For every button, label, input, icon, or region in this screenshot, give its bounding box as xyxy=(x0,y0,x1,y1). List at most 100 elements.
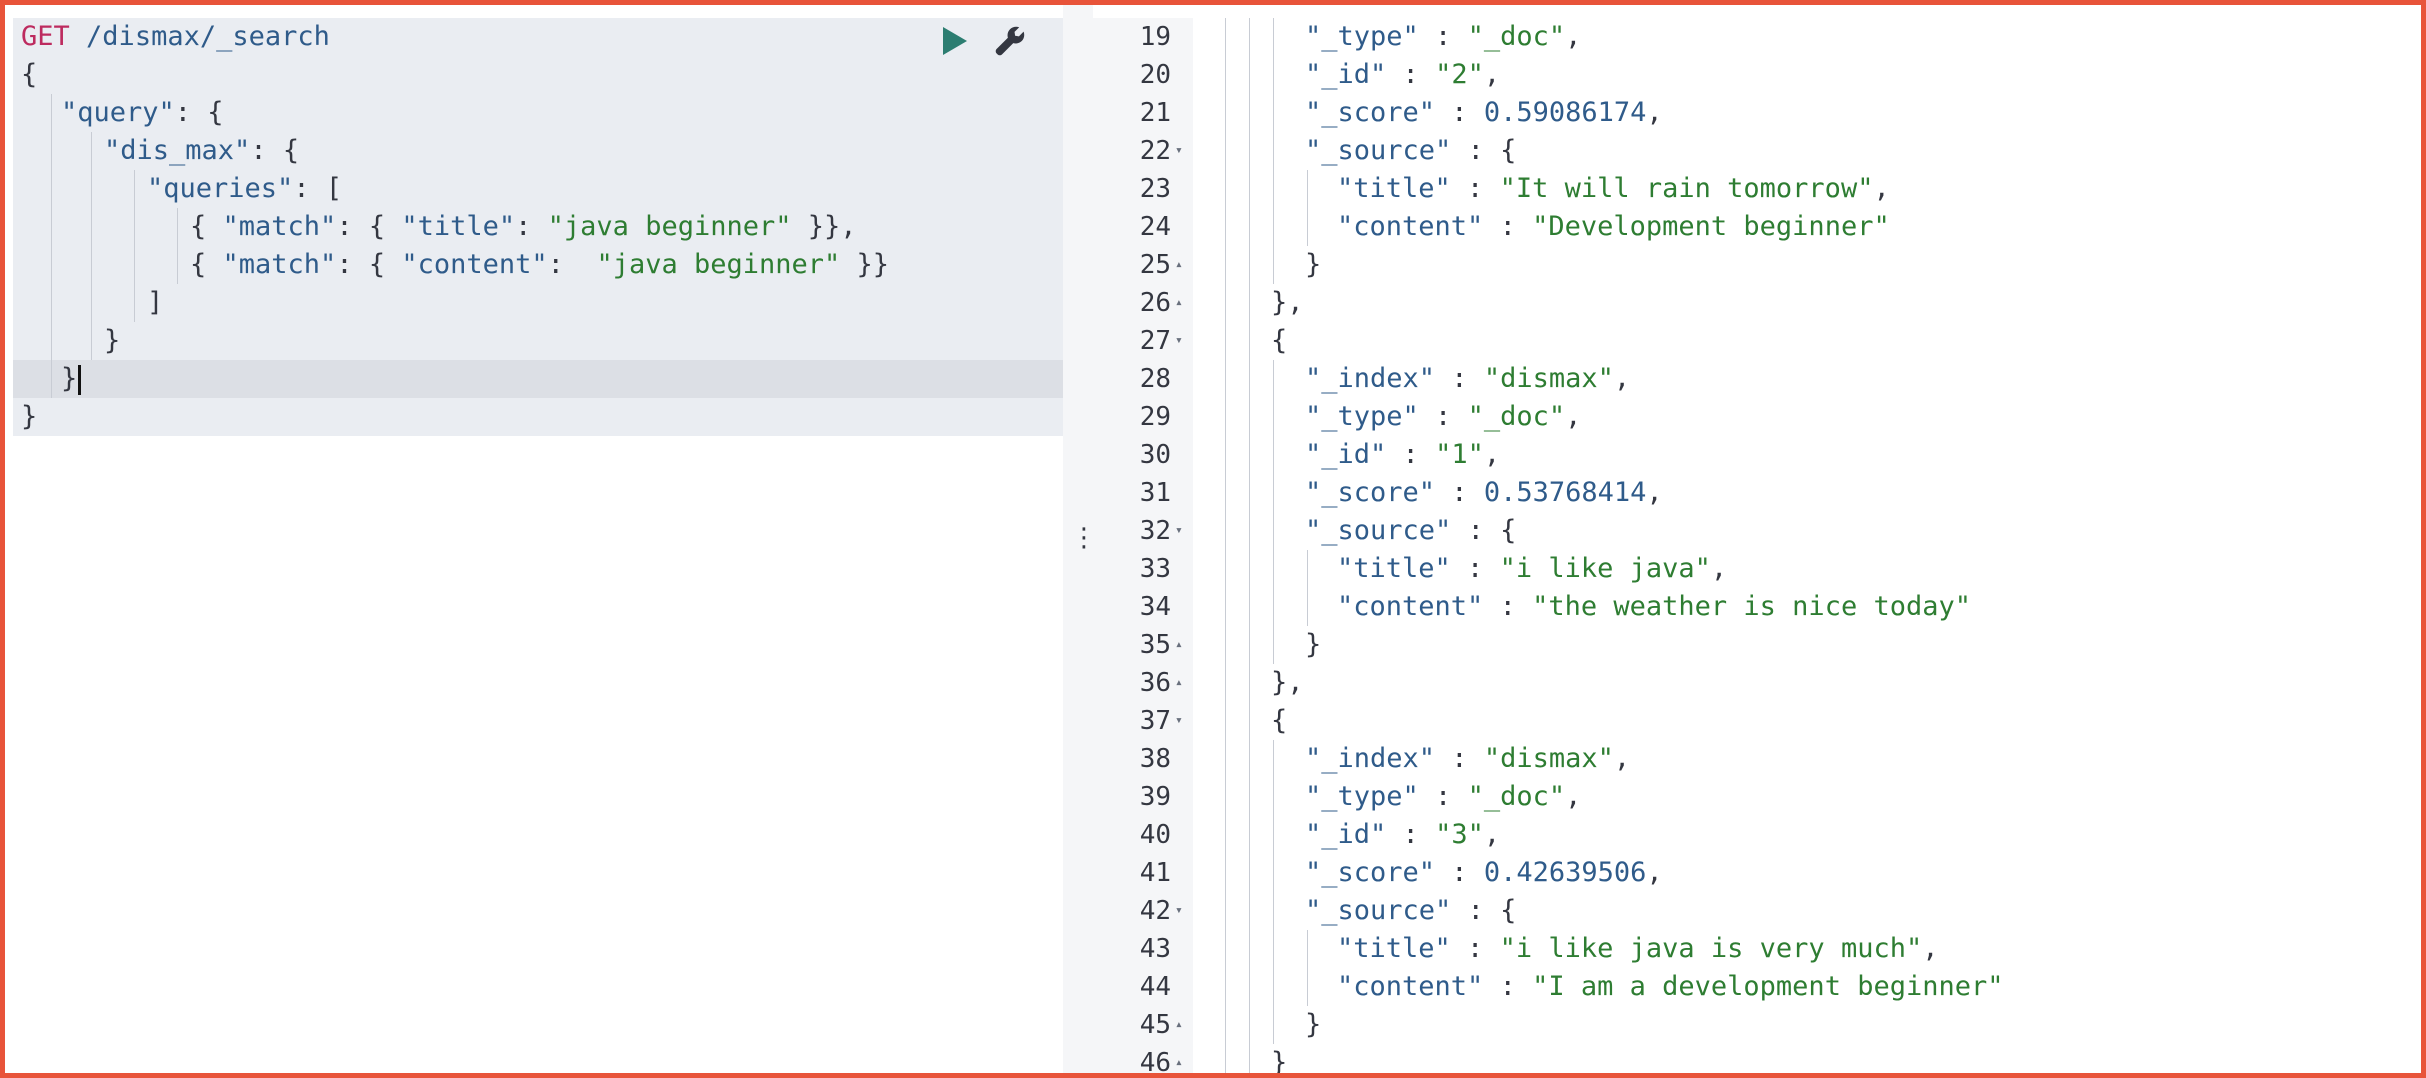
wrench-icon[interactable] xyxy=(993,24,1027,58)
request-line[interactable]: { "match": { "title": "java beginner" }}… xyxy=(13,208,1063,246)
indent-guide xyxy=(1247,930,1271,968)
response-code: 19 "_type" : "_doc", 20 "_id" : "2", 21 "_sco… xyxy=(1093,18,2421,1073)
request-line[interactable]: "dis_max": { xyxy=(13,132,1063,170)
request-line[interactable]: { xyxy=(13,56,1063,94)
response-viewer[interactable]: 19 "_type" : "_doc", 20 "_id" : "2", 21 "_sco… xyxy=(1093,18,2421,1073)
line-number: 31 xyxy=(1139,478,1171,508)
indent-guide xyxy=(1223,740,1247,778)
response-code-text: } xyxy=(1223,246,1321,284)
line-number: 25 xyxy=(1139,250,1171,280)
response-line: 36 ▴}, xyxy=(1093,664,2421,702)
code-token-key: "_type" xyxy=(1305,781,1419,812)
request-line[interactable]: { "match": { "content": "java beginner" … xyxy=(13,246,1063,284)
fold-expand-icon[interactable]: ▴ xyxy=(1175,664,1183,702)
code-token-str: "It will rain tomorrow" xyxy=(1499,173,1874,204)
indent-guide xyxy=(1247,360,1271,398)
code-token-key: "match" xyxy=(222,211,337,242)
code-token-pun: , xyxy=(1646,97,1663,128)
line-number: 19 xyxy=(1139,22,1171,52)
code-token-pun: : xyxy=(1450,933,1500,964)
response-code-text: "_score" : 0.42639506, xyxy=(1223,854,1663,892)
response-code-text: } xyxy=(1223,1044,1287,1073)
indent-guide xyxy=(21,132,61,170)
fold-expand-icon[interactable]: ▴ xyxy=(1175,284,1183,322)
indent-guide xyxy=(1271,778,1305,816)
fold-expand-icon[interactable]: ▴ xyxy=(1175,626,1183,664)
indent-guide xyxy=(1223,436,1247,474)
request-line[interactable]: } xyxy=(13,322,1063,360)
response-code-text: "_source" : { xyxy=(1223,512,1516,550)
line-number: 36 xyxy=(1139,668,1171,698)
fold-expand-icon[interactable]: ▴ xyxy=(1175,1044,1183,1073)
code-token-pun: }, xyxy=(1271,287,1304,318)
line-number: 33 xyxy=(1139,554,1171,584)
indent-guide xyxy=(1223,816,1247,854)
indent-guide xyxy=(1223,854,1247,892)
request-line[interactable]: } xyxy=(13,360,1063,398)
code-token-pun: : { xyxy=(336,211,402,242)
code-token-pun: , xyxy=(1483,59,1501,90)
code-token-str: "java beginner" xyxy=(547,211,792,242)
drag-handle-icon[interactable]: ⋮ xyxy=(1071,525,1097,551)
indent-guide xyxy=(1223,208,1247,246)
indent-guide xyxy=(1247,1044,1271,1073)
request-line[interactable]: ] xyxy=(13,284,1063,322)
indent-guide xyxy=(61,322,104,360)
code-token-pun: , xyxy=(1613,363,1631,394)
request-line[interactable]: "queries": [ xyxy=(13,170,1063,208)
request-line[interactable]: } xyxy=(13,398,1063,436)
indent-guide xyxy=(1271,360,1305,398)
indent-guide xyxy=(1247,208,1271,246)
indent-guide xyxy=(1247,512,1271,550)
fold-collapse-icon[interactable]: ▾ xyxy=(1175,512,1183,550)
indent-guide xyxy=(147,208,190,246)
code-token-num: 0.53768414 xyxy=(1483,477,1647,508)
indent-guide xyxy=(1271,816,1305,854)
code-token-pun: : xyxy=(1483,211,1533,242)
pane-splitter[interactable]: ⋮ xyxy=(1063,5,1097,1073)
code-token-str: "2" xyxy=(1435,59,1484,90)
code-token-pun: } xyxy=(61,363,78,394)
code-token-pun: { xyxy=(1271,705,1288,736)
response-line: 43 "title" : "i like java is very much", xyxy=(1093,930,2421,968)
response-line: 42 ▾ "_source" : { xyxy=(1093,892,2421,930)
code-token-pun: , xyxy=(1710,553,1728,584)
response-code-text: "_score" : 0.53768414, xyxy=(1223,474,1663,512)
request-code[interactable]: GET /dismax/_search {"query": {"dis_max"… xyxy=(13,18,1063,436)
indent-guide xyxy=(1247,436,1271,474)
line-number: 26 xyxy=(1139,288,1171,318)
fold-collapse-icon[interactable]: ▾ xyxy=(1175,892,1183,930)
code-token-pun: : { xyxy=(174,97,224,128)
fold-expand-icon[interactable]: ▴ xyxy=(1175,246,1183,284)
code-token-str: "i like java is very much" xyxy=(1499,933,1923,964)
line-number: 42 xyxy=(1139,896,1171,926)
response-code-text: } xyxy=(1223,1006,1321,1044)
request-line-method[interactable]: GET /dismax/_search xyxy=(13,18,1063,56)
fold-collapse-icon[interactable]: ▾ xyxy=(1175,702,1183,740)
request-line[interactable]: "query": { xyxy=(13,94,1063,132)
indent-guide xyxy=(147,246,190,284)
code-token-pun: : xyxy=(1483,971,1533,1002)
fold-expand-icon[interactable]: ▴ xyxy=(1175,1006,1183,1044)
indent-guide xyxy=(1247,892,1271,930)
response-code-text: "_index" : "dismax", xyxy=(1223,360,1630,398)
code-token-pun: , xyxy=(1646,477,1663,508)
request-editor[interactable]: GET /dismax/_search {"query": {"dis_max"… xyxy=(13,18,1063,1073)
indent-guide xyxy=(1305,968,1337,1006)
http-method: GET xyxy=(21,21,70,52)
indent-guide xyxy=(1247,702,1271,740)
indent-guide xyxy=(1271,588,1305,626)
response-code-text: }, xyxy=(1223,664,1304,702)
code-token-key: "title" xyxy=(401,211,516,242)
indent-guide xyxy=(1271,892,1305,930)
code-token-key: "_source" xyxy=(1305,515,1452,546)
code-token-key: "title" xyxy=(1337,173,1451,204)
response-line: 32 ▾ "_source" : { xyxy=(1093,512,2421,550)
play-icon[interactable] xyxy=(943,27,967,55)
code-token-pun: { xyxy=(190,249,223,280)
indent-guide xyxy=(1247,284,1271,322)
fold-collapse-icon[interactable]: ▾ xyxy=(1175,322,1183,360)
indent-guide xyxy=(1223,94,1247,132)
code-token-pun: { xyxy=(1271,325,1288,356)
fold-collapse-icon[interactable]: ▾ xyxy=(1175,132,1183,170)
